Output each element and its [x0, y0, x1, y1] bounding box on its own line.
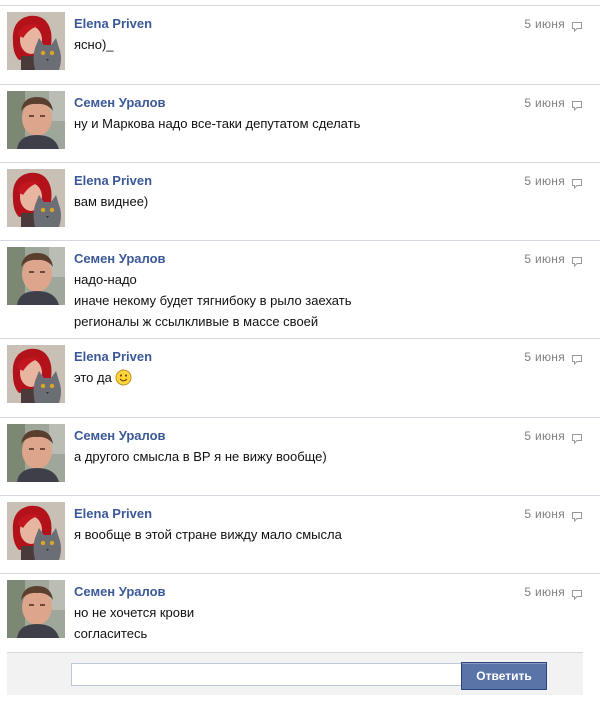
- avatar[interactable]: [7, 247, 65, 305]
- message-text: ну и Маркова надо все-таки депутатом сде…: [74, 113, 360, 134]
- message-line: регионалы ж ссылкливые в массе своей: [74, 314, 319, 329]
- author-name[interactable]: Семен Уралов: [74, 428, 166, 444]
- avatar[interactable]: [7, 91, 65, 149]
- message-date: 5 июня: [524, 507, 565, 521]
- message-line: иначе некому будет тягнибоку в рыло заех…: [74, 293, 352, 308]
- author-name[interactable]: Elena Priven: [74, 506, 152, 522]
- message-row: Семен Уралов 5 июня ну и Маркова надо все-…: [0, 84, 600, 163]
- reply-composer: Ответить: [7, 652, 583, 695]
- message-row: Elena Priven 5 июня ясно)_: [0, 5, 600, 85]
- message-date: 5 июня: [524, 252, 565, 266]
- reply-input[interactable]: [71, 663, 464, 686]
- author-name[interactable]: Elena Priven: [74, 173, 152, 189]
- message-line: это да: [74, 370, 112, 385]
- message-date: 5 июня: [524, 585, 565, 599]
- author-name[interactable]: Elena Priven: [74, 349, 152, 365]
- reply-icon[interactable]: [571, 587, 583, 601]
- reply-icon[interactable]: [571, 431, 583, 445]
- message-date: 5 июня: [524, 429, 565, 443]
- message-text: но не хочется кровисогласитесьнадо как-т…: [74, 602, 308, 652]
- avatar[interactable]: [7, 580, 65, 638]
- message-list: Elena Priven 5 июня ясно)_ Семен Уралов 5 ию…: [0, 0, 600, 652]
- reply-button[interactable]: Ответить: [461, 662, 547, 690]
- avatar[interactable]: [7, 12, 65, 70]
- author-name[interactable]: Семен Уралов: [74, 95, 166, 111]
- message-date: 5 июня: [524, 174, 565, 188]
- reply-icon[interactable]: [571, 254, 583, 268]
- message-line: согласитесь: [74, 626, 148, 641]
- message-text: я вообще в этой стране вижду мало смысла: [74, 524, 342, 545]
- message-row: Семен Уралов 5 июня надо-надо иначе некому …: [0, 240, 600, 339]
- reply-icon[interactable]: [571, 98, 583, 112]
- message-row: Семен Уралов 5 июня а другого смысла в ВР …: [0, 417, 600, 496]
- reply-icon[interactable]: [571, 19, 583, 33]
- smiley-icon: [115, 369, 132, 392]
- message-line: вам виднее): [74, 194, 149, 209]
- reply-icon[interactable]: [571, 176, 583, 190]
- author-name[interactable]: Семен Уралов: [74, 251, 166, 267]
- author-name[interactable]: Elena Priven: [74, 16, 152, 32]
- message-text: ясно)_: [74, 34, 114, 55]
- message-text: надо-надо иначе некому будет тягнибоку в …: [74, 269, 351, 332]
- message-text: а другого смысла в ВР я не вижу вообще): [74, 446, 327, 467]
- message-line: я вообще в этой стране вижду мало смысла: [74, 527, 342, 542]
- message-row: Семен Уралов 5 июня но не хочется крови сог…: [0, 573, 600, 652]
- message-row: Elena Priven 5 июня вам виднее): [0, 162, 600, 241]
- author-name[interactable]: Семен Уралов: [74, 584, 166, 600]
- message-line: но не хочется крови: [74, 605, 195, 620]
- message-date: 5 июня: [524, 350, 565, 364]
- avatar[interactable]: [7, 169, 65, 227]
- reply-icon[interactable]: [571, 352, 583, 366]
- reply-icon[interactable]: [571, 509, 583, 523]
- message-line: надо-надо: [74, 272, 137, 287]
- message-date: 5 июня: [524, 96, 565, 110]
- avatar[interactable]: [7, 345, 65, 403]
- message-text: это да: [74, 367, 132, 392]
- message-row: Elena Priven 5 июня это да: [0, 338, 600, 418]
- message-line: ясно)_: [74, 37, 114, 52]
- message-line: ну и Маркова надо все-таки депутатом сде…: [74, 116, 361, 131]
- avatar[interactable]: [7, 424, 65, 482]
- message-thread: Elena Priven 5 июня ясно)_ Семен Уралов 5 ию…: [0, 0, 600, 701]
- avatar[interactable]: [7, 502, 65, 560]
- message-line: а другого смысла в ВР я не вижу вообще): [74, 449, 327, 464]
- message-text: вам виднее): [74, 191, 148, 212]
- message-row: Elena Priven 5 июня я вообще в этой стране…: [0, 495, 600, 574]
- message-date: 5 июня: [524, 17, 565, 31]
